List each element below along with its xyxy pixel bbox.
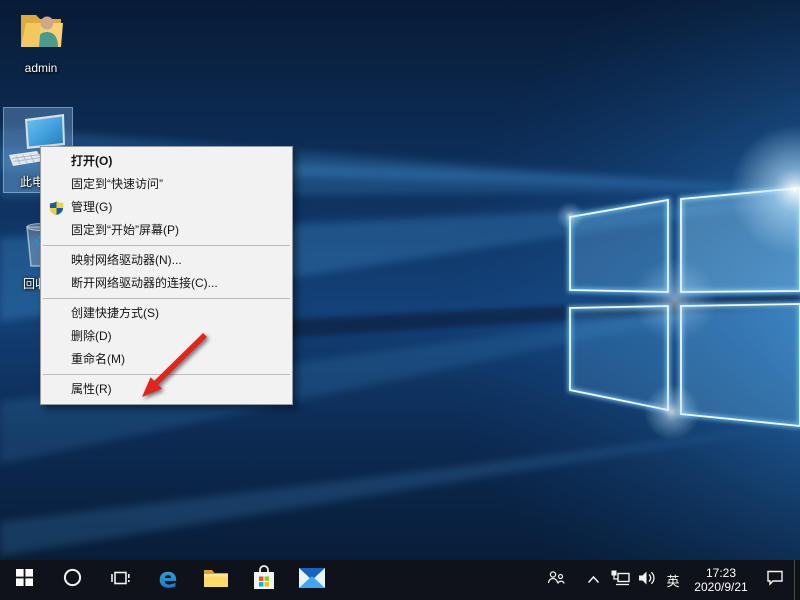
task-view-icon <box>110 569 130 592</box>
edge-icon: e <box>154 564 182 597</box>
action-center-icon <box>766 569 784 591</box>
task-view-button[interactable] <box>96 560 144 600</box>
chevron-up-icon <box>587 571 600 589</box>
menu-item-open[interactable]: 打开(O) <box>41 150 292 173</box>
menu-item-map-network-drive[interactable]: 映射网络驱动器(N)... <box>41 249 292 272</box>
store-button[interactable] <box>240 560 288 600</box>
store-bag-icon <box>252 565 276 596</box>
ime-indicator[interactable]: 英 <box>660 560 686 600</box>
ethernet-icon <box>610 569 630 591</box>
desktop-icon-admin[interactable]: admin <box>8 8 74 75</box>
tray-clock[interactable]: 17:23 2020/9/21 <box>686 566 756 594</box>
menu-separator <box>43 298 290 299</box>
tray-overflow-button[interactable] <box>579 560 607 600</box>
file-explorer-button[interactable] <box>192 560 240 600</box>
system-tray: 英 17:23 2020/9/21 <box>541 560 800 600</box>
user-folder-icon <box>17 8 65 59</box>
people-button[interactable] <box>541 560 571 600</box>
mail-envelope-icon <box>298 567 326 594</box>
desktop-icon-label: admin <box>25 61 58 75</box>
edge-button[interactable]: e <box>144 560 192 600</box>
mail-button[interactable] <box>288 560 336 600</box>
taskbar: e <box>0 560 800 600</box>
start-button[interactable] <box>0 560 48 600</box>
menu-item-disconnect-network-drive[interactable]: 断开网络驱动器的连接(C)... <box>41 272 292 295</box>
menu-separator <box>43 245 290 246</box>
speaker-icon <box>638 570 656 591</box>
volume-button[interactable] <box>633 560 660 600</box>
windows-logo-icon <box>16 569 33 591</box>
menu-item-pin-start[interactable]: 固定到“开始”屏幕(P) <box>41 219 292 242</box>
menu-item-manage[interactable]: 管理(G) <box>41 196 292 219</box>
svg-text:e: e <box>159 564 178 592</box>
red-arrow-annotation <box>125 320 235 415</box>
action-center-button[interactable] <box>756 560 794 600</box>
taskbar-app-buttons: e <box>0 560 336 600</box>
clock-date: 2020/9/21 <box>686 580 756 594</box>
cortana-circle-icon <box>63 568 82 592</box>
cortana-button[interactable] <box>48 560 96 600</box>
folder-icon <box>203 567 229 594</box>
show-desktop-button[interactable] <box>794 560 800 600</box>
people-icon <box>547 570 565 591</box>
menu-item-pin-quick-access[interactable]: 固定到“快速访问” <box>41 173 292 196</box>
network-button[interactable] <box>607 560 633 600</box>
clock-time: 17:23 <box>686 566 756 580</box>
